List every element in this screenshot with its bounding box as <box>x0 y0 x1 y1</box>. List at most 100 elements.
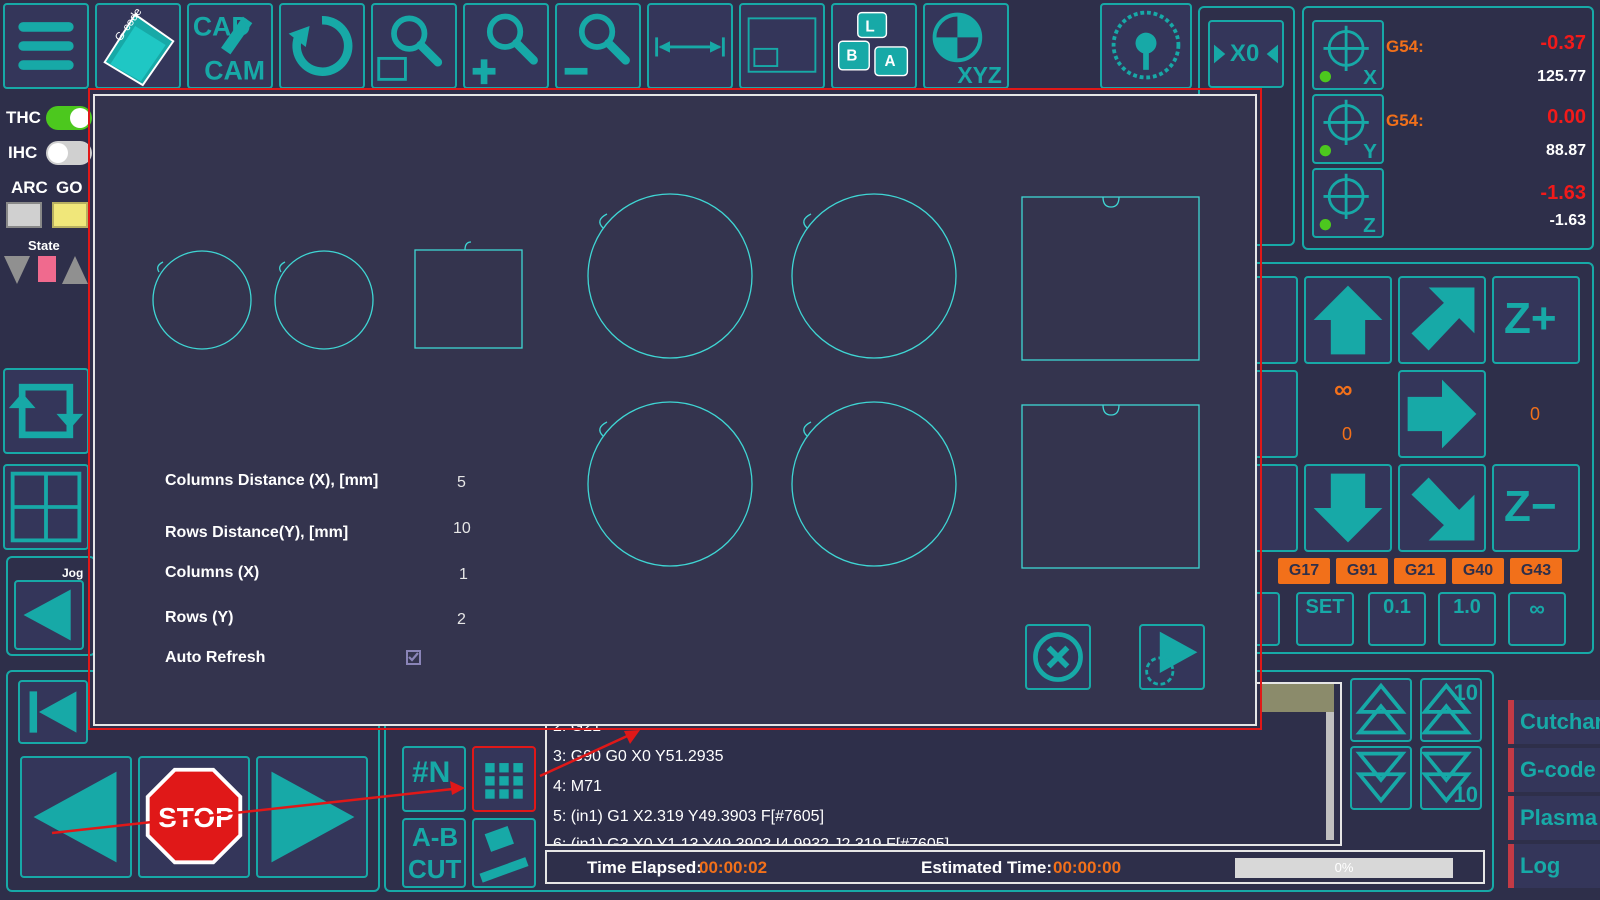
ab-cut-button[interactable]: A-B CUT <box>402 818 466 888</box>
speed-up-button[interactable] <box>1350 678 1412 742</box>
speed-down-count: 10 <box>1453 782 1478 807</box>
tab-plasma[interactable]: Plasma <box>1508 796 1600 840</box>
x-position-value: 125.77 <box>1537 68 1586 85</box>
rotate-arrows-icon <box>8 383 84 439</box>
tab-gcode[interactable]: G-code <box>1508 748 1600 792</box>
svg-text:Y: Y <box>1363 140 1377 162</box>
gcode-button[interactable]: G-code <box>95 3 181 89</box>
rows-label: Rows (Y) <box>165 609 234 626</box>
speed-down-button[interactable] <box>1350 746 1412 810</box>
x-offset-value: -0.37 <box>1540 32 1586 54</box>
thc-toggle[interactable] <box>46 106 92 130</box>
zoom-in-icon <box>472 13 538 85</box>
svg-text:L: L <box>865 19 874 36</box>
svg-text:CAM: CAM <box>204 55 265 85</box>
axis-x-button[interactable]: X <box>1312 20 1384 90</box>
crosshair-xyz-icon: XYZ <box>932 12 1002 87</box>
z-minus-button[interactable]: Z− <box>1492 464 1580 552</box>
frame-button[interactable] <box>739 3 825 89</box>
svg-text:A: A <box>884 53 895 70</box>
step-forward-button[interactable] <box>256 756 368 878</box>
array-button[interactable] <box>472 746 536 812</box>
z-plus-button[interactable]: Z+ <box>1492 276 1580 364</box>
speed-down-10-button[interactable]: 10 <box>1420 746 1482 810</box>
jog-down-right-button[interactable] <box>1398 464 1486 552</box>
step-01-button[interactable]: 0.1 <box>1368 592 1426 646</box>
rows-distance-label: Rows Distance(Y), [mm] <box>165 524 349 541</box>
z-position-value: -1.63 <box>1549 212 1586 229</box>
numbered-button[interactable]: #N <box>402 746 466 812</box>
arc-label: ARC <box>11 178 48 197</box>
grid-view-button[interactable] <box>3 464 89 550</box>
rotate-view-button[interactable] <box>3 368 89 454</box>
arc-indicator <box>6 202 42 228</box>
step-set-button[interactable]: SET <box>1296 592 1354 646</box>
double-down-icon <box>1355 751 1407 804</box>
svg-text:CAD: CAD <box>193 12 251 42</box>
zoom-out-button[interactable] <box>555 3 641 89</box>
svg-text:XYZ: XYZ <box>957 62 1002 87</box>
hamburger-icon <box>18 22 74 70</box>
step-10-button[interactable]: 1.0 <box>1438 592 1496 646</box>
columns-label: Columns (X) <box>165 564 260 581</box>
state-indicators <box>4 256 88 284</box>
dial-button[interactable] <box>1100 3 1192 89</box>
y-offset-value: 0.00 <box>1547 106 1586 128</box>
auto-refresh-checkbox[interactable] <box>406 650 421 665</box>
apply-button[interactable] <box>1139 624 1205 690</box>
estimated-label: Estimated Time: <box>921 858 1053 877</box>
speed-up-10-button[interactable]: 10 <box>1420 678 1482 742</box>
x0-button[interactable]: X0 <box>1208 20 1284 88</box>
refresh-icon <box>288 15 353 76</box>
axis-y-button[interactable]: Y <box>1312 94 1384 164</box>
arrow-up-icon <box>1313 285 1383 355</box>
pencil-icon: CAD CAM <box>193 12 265 86</box>
refresh-button[interactable] <box>279 3 365 89</box>
ab-cut-top-label: A-B <box>412 822 459 852</box>
ihc-toggle[interactable] <box>46 141 92 165</box>
keys-button[interactable]: L B A <box>831 3 917 89</box>
jog-right-button[interactable] <box>1398 370 1486 458</box>
columns-field[interactable]: 1 <box>459 566 468 584</box>
align-button[interactable] <box>472 818 536 888</box>
x0-label: X0 <box>1230 40 1260 67</box>
align-plate-icon <box>479 825 529 883</box>
columns-distance-field[interactable]: 5 <box>457 474 466 492</box>
step-continuous-label: ∞ <box>1529 596 1545 621</box>
menu-button[interactable] <box>3 3 89 89</box>
crosshair-x-icon: X <box>1319 25 1377 88</box>
magnifier-window-icon <box>377 15 443 81</box>
tab-cutchart[interactable]: Cutchart <box>1508 700 1600 744</box>
arrow-right-icon <box>1407 379 1477 449</box>
rows-field[interactable]: 2 <box>457 611 466 629</box>
jog-left-button[interactable] <box>14 580 84 650</box>
cad-cam-button[interactable]: CAD CAM <box>187 3 273 89</box>
jog-up-right-button[interactable] <box>1398 276 1486 364</box>
tab-log[interactable]: Log <box>1508 844 1600 888</box>
z-minus-label: Z− <box>1504 482 1557 531</box>
rewind-button[interactable] <box>18 680 88 744</box>
stop-button[interactable]: STOP <box>138 756 250 878</box>
zoom-window-button[interactable] <box>371 3 457 89</box>
code-line-4: 4: M71 <box>553 778 602 795</box>
close-circle-icon <box>1033 632 1083 682</box>
step-continuous-button[interactable]: ∞ <box>1508 592 1566 646</box>
g43-badge: G43 <box>1510 558 1562 584</box>
jog-down-button[interactable] <box>1304 464 1392 552</box>
crosshair-z-icon: Z <box>1319 173 1376 236</box>
zoom-in-button[interactable] <box>463 3 549 89</box>
step-set-label: SET <box>1305 596 1345 618</box>
play-icon <box>1145 631 1198 686</box>
go-label: GO <box>56 178 83 197</box>
cancel-button[interactable] <box>1025 624 1091 690</box>
measure-button[interactable] <box>647 3 733 89</box>
step-back-button[interactable] <box>20 756 132 878</box>
svg-text:B: B <box>846 47 857 64</box>
axis-z-button[interactable]: Z <box>1312 168 1384 238</box>
xyz-origin-button[interactable]: XYZ <box>923 3 1009 89</box>
elapsed-label: Time Elapsed: <box>587 858 702 877</box>
arrow-down-right-icon <box>1411 477 1475 541</box>
progress-bar: 0% <box>1235 858 1453 878</box>
rows-distance-field[interactable]: 10 <box>453 520 471 538</box>
jog-up-button[interactable] <box>1304 276 1392 364</box>
